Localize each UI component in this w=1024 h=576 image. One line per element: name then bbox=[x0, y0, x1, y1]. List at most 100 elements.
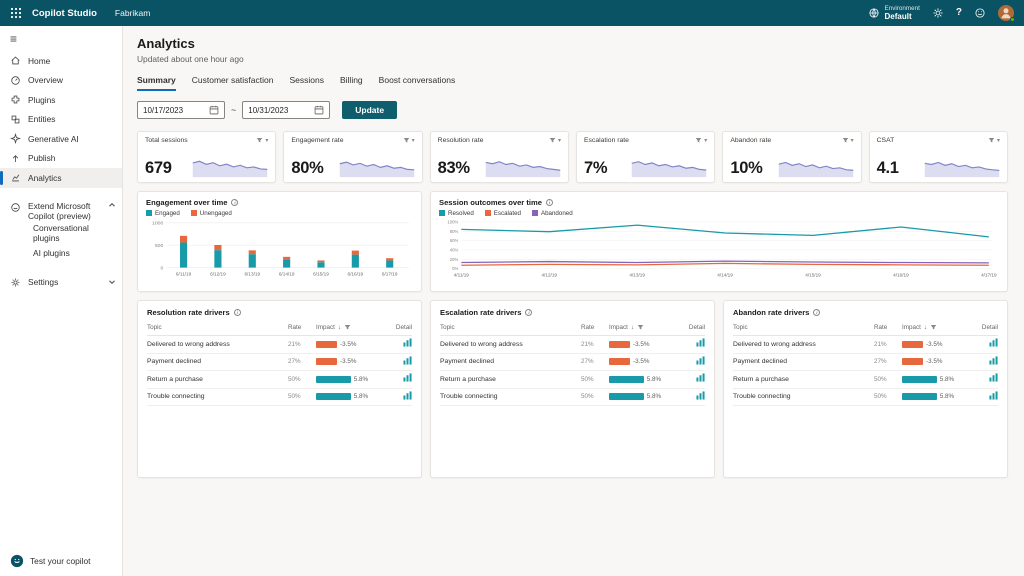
detail-cell[interactable] bbox=[972, 391, 998, 403]
legend-swatch-escalated bbox=[485, 210, 491, 216]
detail-cell[interactable] bbox=[386, 338, 412, 350]
tab-sessions[interactable]: Sessions bbox=[289, 75, 324, 91]
rate-cell: 50% bbox=[288, 393, 316, 400]
sidebar-item-generative-ai[interactable]: Generative AI bbox=[0, 129, 122, 149]
detail-chart-icon bbox=[989, 338, 998, 347]
detail-cell[interactable] bbox=[679, 373, 705, 385]
sidebar-item-label: Overview bbox=[28, 75, 63, 85]
sort-desc-icon[interactable]: ↓ bbox=[631, 324, 634, 331]
date-to-field[interactable] bbox=[242, 101, 330, 119]
legend-swatch-abandoned bbox=[532, 210, 538, 216]
abandon-rate-drivers-card: Abandon rate drivers i Topic Rate Impact… bbox=[723, 300, 1008, 478]
impact-bar bbox=[902, 358, 923, 365]
sidebar-item-ai-plugins[interactable]: AI plugins bbox=[0, 243, 122, 263]
tab-boost-conversations[interactable]: Boost conversations bbox=[379, 75, 456, 91]
detail-cell[interactable] bbox=[972, 338, 998, 350]
column-impact[interactable]: Impact↓ bbox=[902, 324, 972, 331]
sort-desc-icon[interactable]: ↓ bbox=[924, 324, 927, 331]
kpi-sparkline bbox=[192, 151, 268, 178]
kpi-filter-control[interactable]: ▾ bbox=[695, 137, 707, 144]
kpi-filter-control[interactable]: ▾ bbox=[256, 137, 268, 144]
column-impact[interactable]: Impact↓ bbox=[316, 324, 386, 331]
session-outcomes-card: Session outcomes over time i Resolved Es… bbox=[430, 191, 1008, 292]
help-icon[interactable]: ? bbox=[956, 7, 962, 18]
calendar-icon[interactable] bbox=[314, 105, 324, 115]
impact-label: 5.8% bbox=[354, 393, 368, 400]
legend-label: Engaged bbox=[155, 210, 180, 217]
kpi-filter-control[interactable]: ▾ bbox=[842, 137, 854, 144]
detail-cell[interactable] bbox=[972, 356, 998, 368]
topic-cell: Delivered to wrong address bbox=[440, 341, 581, 348]
sidebar-item-entities[interactable]: Entities bbox=[0, 110, 122, 130]
date-from-field[interactable] bbox=[137, 101, 225, 119]
table-row: Trouble connecting 50% 5.8% bbox=[147, 389, 412, 407]
kpi-value: 679 bbox=[145, 159, 172, 178]
info-icon[interactable]: i bbox=[525, 309, 532, 316]
date-from-input[interactable] bbox=[143, 106, 199, 115]
sidebar-item-settings[interactable]: Settings bbox=[0, 273, 122, 293]
environment-label: Environment bbox=[885, 5, 920, 12]
topic-cell: Delivered to wrong address bbox=[147, 341, 288, 348]
gear-icon[interactable] bbox=[932, 7, 944, 19]
impact-bar bbox=[609, 393, 644, 400]
filter-icon bbox=[256, 137, 263, 144]
impact-bar bbox=[609, 358, 630, 365]
tab-summary[interactable]: Summary bbox=[137, 75, 176, 91]
detail-cell[interactable] bbox=[972, 373, 998, 385]
rate-cell: 27% bbox=[874, 358, 902, 365]
update-button[interactable]: Update bbox=[342, 101, 397, 119]
info-icon[interactable]: i bbox=[813, 309, 820, 316]
info-icon[interactable]: i bbox=[234, 309, 241, 316]
info-icon[interactable]: i bbox=[546, 199, 553, 206]
table-row: Return a purchase 50% 5.8% bbox=[733, 371, 998, 389]
table-row: Payment declined 27% -3.5% bbox=[440, 354, 705, 372]
chart-title: Session outcomes over time bbox=[439, 198, 542, 207]
topic-cell: Return a purchase bbox=[440, 376, 581, 383]
avatar[interactable] bbox=[998, 5, 1014, 21]
tab-billing[interactable]: Billing bbox=[340, 75, 363, 91]
chart-legend: Resolved Escalated Abandoned bbox=[439, 210, 999, 217]
detail-cell[interactable] bbox=[679, 391, 705, 403]
sidebar-item-plugins[interactable]: Plugins bbox=[0, 90, 122, 110]
sidebar-item-analytics[interactable]: Analytics bbox=[0, 168, 122, 188]
sort-desc-icon[interactable]: ↓ bbox=[338, 324, 341, 331]
info-icon[interactable]: i bbox=[231, 199, 238, 206]
sidebar-item-conversational-plugins[interactable]: Conversational plugins bbox=[0, 224, 122, 244]
hamburger-menu-icon[interactable]: ≡ bbox=[0, 29, 122, 51]
impact-cell: 5.8% bbox=[609, 376, 679, 383]
detail-chart-icon bbox=[989, 391, 998, 400]
impact-bar bbox=[316, 376, 351, 383]
kpi-card-escalation-rate: Escalation rate ▾ 7% bbox=[576, 131, 715, 183]
svg-text:6/14/19: 6/14/19 bbox=[279, 271, 295, 276]
chevron-down-icon: ▾ bbox=[704, 138, 707, 144]
app-launcher-icon[interactable] bbox=[10, 7, 22, 19]
detail-cell[interactable] bbox=[386, 391, 412, 403]
calendar-icon[interactable] bbox=[209, 105, 219, 115]
sidebar-item-overview[interactable]: Overview bbox=[0, 71, 122, 91]
kpi-card-csat: CSAT ▾ 4.1 bbox=[869, 131, 1008, 183]
tab-customer-satisfaction[interactable]: Customer satisfaction bbox=[192, 75, 274, 91]
sidebar-item-publish[interactable]: Publish bbox=[0, 149, 122, 169]
detail-cell[interactable] bbox=[386, 356, 412, 368]
sidebar-item-home[interactable]: Home bbox=[0, 51, 122, 71]
column-impact[interactable]: Impact↓ bbox=[609, 324, 679, 331]
feedback-smiley-icon[interactable] bbox=[974, 7, 986, 19]
detail-cell[interactable] bbox=[679, 338, 705, 350]
kpi-filter-control[interactable]: ▾ bbox=[549, 137, 561, 144]
svg-text:6/11/19: 6/11/19 bbox=[176, 271, 192, 276]
kpi-filter-control[interactable]: ▾ bbox=[403, 137, 415, 144]
app-title[interactable]: Copilot Studio bbox=[32, 8, 97, 19]
test-copilot-button[interactable]: Test your copilot bbox=[0, 554, 122, 568]
date-to-input[interactable] bbox=[248, 106, 304, 115]
kpi-value: 4.1 bbox=[877, 159, 899, 178]
detail-cell[interactable] bbox=[386, 373, 412, 385]
resolution-rate-drivers-card: Resolution rate drivers i Topic Rate Imp… bbox=[137, 300, 422, 478]
column-topic: Topic bbox=[733, 324, 874, 331]
column-rate: Rate bbox=[874, 324, 902, 331]
kpi-filter-control[interactable]: ▾ bbox=[988, 137, 1000, 144]
detail-cell[interactable] bbox=[679, 356, 705, 368]
sidebar-item-extend-copilot[interactable]: Extend Microsoft Copilot (preview) bbox=[0, 198, 122, 224]
overview-icon bbox=[10, 75, 21, 86]
drivers-row: Resolution rate drivers i Topic Rate Imp… bbox=[137, 300, 1008, 478]
environment-picker[interactable]: Environment Default bbox=[868, 5, 920, 21]
